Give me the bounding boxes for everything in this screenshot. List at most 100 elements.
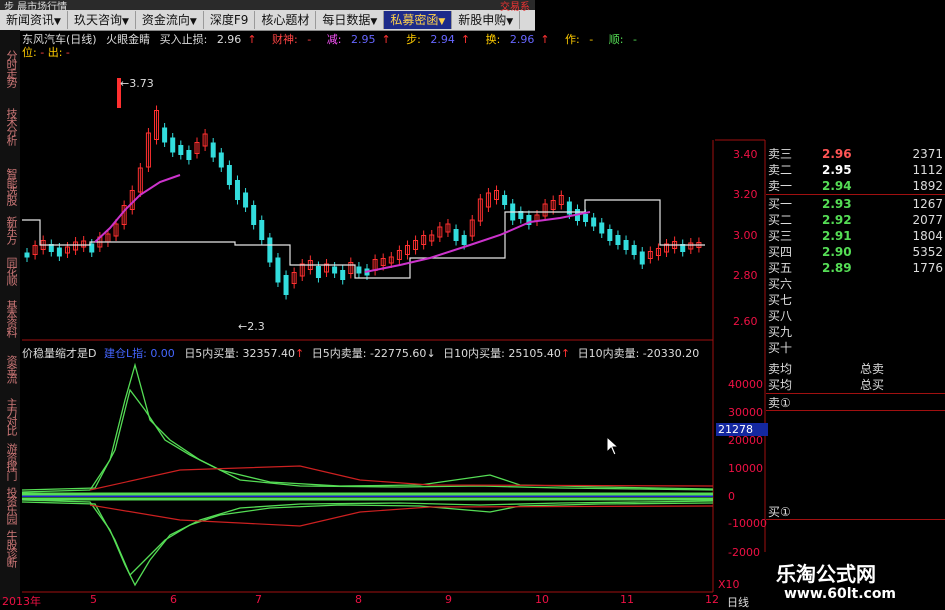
candle-body bbox=[275, 257, 281, 283]
indicator-tick-label: 0 bbox=[728, 490, 735, 503]
indicator-green-down-1 bbox=[21, 499, 714, 587]
total-buy-label: 总买 bbox=[860, 378, 885, 392]
candle-body bbox=[243, 192, 249, 208]
level-label: 买七 bbox=[768, 293, 793, 307]
date-axis: 2013年 5 6 7 8 9 10 11 12 bbox=[0, 593, 720, 609]
date-tick-label: 9 bbox=[445, 593, 452, 606]
bid-row-empty[interactable]: 买九 bbox=[768, 324, 945, 340]
order-book-divider bbox=[766, 519, 945, 520]
candle-body bbox=[615, 235, 621, 245]
high-value: 3.73 bbox=[129, 77, 154, 90]
order-book-divider bbox=[766, 410, 945, 411]
indicator-tick-label: 10000 bbox=[728, 462, 763, 475]
candle-body bbox=[24, 252, 30, 258]
day10-sell-value: -20330.20 bbox=[642, 347, 700, 360]
bid-row-empty[interactable]: 买六 bbox=[768, 276, 945, 292]
level-volume: 5352 bbox=[912, 245, 943, 259]
order-book-divider bbox=[766, 393, 945, 394]
level-label: 卖三 bbox=[768, 147, 793, 161]
candle-body bbox=[162, 127, 168, 143]
day5-sell-label: 日5内卖量: bbox=[311, 347, 367, 360]
indicator-green-down-2 bbox=[21, 501, 714, 577]
candle-body bbox=[453, 229, 459, 241]
day10-sell-label: 日10内卖量: bbox=[577, 347, 640, 360]
level-label: 买一 bbox=[768, 197, 793, 211]
level-label: 买五 bbox=[768, 261, 793, 275]
indicator-red-down bbox=[89, 504, 714, 527]
candle-body bbox=[591, 217, 597, 227]
candle-body bbox=[623, 240, 629, 250]
period-label[interactable]: 日线 bbox=[727, 594, 749, 610]
candle-body bbox=[234, 180, 240, 200]
day5-sell-value: -22775.60 bbox=[369, 347, 427, 360]
level-label: 买二 bbox=[768, 213, 793, 227]
day10-buy-value: 25105.40 bbox=[508, 347, 561, 360]
bid-row-empty[interactable]: 买十 bbox=[768, 340, 945, 356]
overlay-lines bbox=[22, 78, 705, 279]
level-volume: 1267 bbox=[912, 197, 943, 211]
bid-row-empty[interactable]: 买八 bbox=[768, 308, 945, 324]
level-price: 2.90 bbox=[822, 245, 852, 259]
level-volume: 2077 bbox=[912, 213, 943, 227]
indicator-lines bbox=[21, 362, 714, 587]
bid-row[interactable]: 买一 2.93 1267 bbox=[768, 196, 945, 212]
level-label: 买十 bbox=[768, 341, 793, 355]
watermark-title: 乐淘公式网 bbox=[776, 562, 876, 586]
bid-row[interactable]: 买三 2.91 1804 bbox=[768, 228, 945, 244]
candle-body bbox=[599, 222, 605, 234]
multiplier-label: X10 bbox=[718, 578, 740, 591]
candle-body bbox=[583, 214, 589, 222]
sell-avg-label: 卖均 bbox=[768, 362, 793, 376]
level-label: 买四 bbox=[768, 245, 793, 259]
ask-row[interactable]: 卖一 2.94 1892 bbox=[768, 178, 945, 194]
level-price: 2.89 bbox=[822, 261, 852, 275]
indicator-sub: 建仓L指: 0.00 bbox=[103, 347, 175, 360]
date-tick-label: 6 bbox=[170, 593, 177, 606]
date-tick-label: 8 bbox=[355, 593, 362, 606]
candle-body bbox=[226, 165, 232, 185]
ask-row[interactable]: 卖二 2.95 1112 bbox=[768, 162, 945, 178]
bid-row[interactable]: 买二 2.92 2077 bbox=[768, 212, 945, 228]
bid-row[interactable]: 买四 2.90 5352 bbox=[768, 244, 945, 260]
ma-line-2 bbox=[364, 211, 591, 273]
level-volume: 1112 bbox=[912, 163, 943, 177]
level-label: 买三 bbox=[768, 229, 793, 243]
low-annotation: ←2.3 bbox=[238, 320, 265, 333]
level-volume: 1804 bbox=[912, 229, 943, 243]
candle-body bbox=[461, 235, 467, 245]
total-sell-label: 总卖 bbox=[860, 362, 885, 376]
candle-body bbox=[332, 266, 338, 274]
candle-body bbox=[502, 195, 508, 205]
date-tick-label: 10 bbox=[535, 593, 549, 606]
price-tick-label: 3.20 bbox=[733, 188, 758, 201]
bid-row[interactable]: 买五 2.89 1776 bbox=[768, 260, 945, 276]
level-price: 2.96 bbox=[822, 147, 852, 161]
bid-row-empty[interactable]: 买七 bbox=[768, 292, 945, 308]
candle-body bbox=[218, 152, 224, 168]
level-price: 2.93 bbox=[822, 197, 852, 211]
price-tick-label: 2.60 bbox=[733, 315, 758, 328]
indicator-tick-label: 30000 bbox=[728, 406, 763, 419]
indicator-tick-label: -2000 bbox=[728, 546, 760, 559]
watermark-url: www.60lt.com bbox=[784, 586, 897, 602]
level-label: 卖一 bbox=[768, 179, 793, 193]
level-label: 买八 bbox=[768, 309, 793, 323]
level-volume: 2371 bbox=[912, 147, 943, 161]
price-tick-label: 3.00 bbox=[733, 229, 758, 242]
candle-body bbox=[340, 270, 346, 280]
level-label: 买九 bbox=[768, 325, 793, 339]
ask-row[interactable]: 卖三 2.96 2371 bbox=[768, 146, 945, 162]
buy-marker: 买① bbox=[768, 505, 791, 519]
price-tick-label: 2.80 bbox=[733, 269, 758, 282]
price-tick-label: 3.40 bbox=[733, 148, 758, 161]
sell-marker: 卖① bbox=[768, 396, 791, 410]
candle-body bbox=[170, 137, 176, 153]
candle-body bbox=[210, 142, 216, 158]
level-price: 2.91 bbox=[822, 229, 852, 243]
level-label: 卖二 bbox=[768, 163, 793, 177]
high-annotation: ←3.73 bbox=[120, 77, 154, 90]
indicator-marker: 21278 bbox=[716, 423, 768, 436]
level-price: 2.92 bbox=[822, 213, 852, 227]
candle-body bbox=[178, 145, 184, 155]
candle-body bbox=[251, 205, 257, 225]
